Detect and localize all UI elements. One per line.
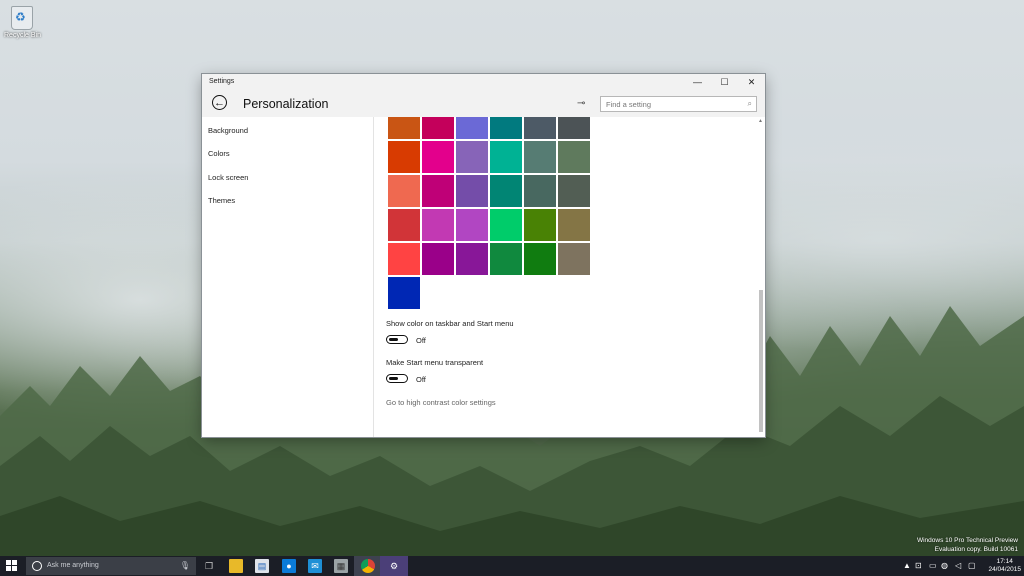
clock-date: 24/04/2015	[988, 566, 1021, 573]
close-icon: ✕	[747, 77, 756, 87]
taskbar-color-toggle[interactable]	[386, 335, 408, 344]
page-title: Personalization	[243, 97, 329, 111]
task-view-icon[interactable]: ❐	[202, 559, 216, 573]
recycle-bin-icon	[11, 6, 33, 30]
power-icon[interactable]: ▭	[929, 561, 937, 570]
colors-panel: Show color on taskbar and Start menu Off…	[374, 117, 765, 437]
color-swatch[interactable]	[456, 141, 488, 173]
cortana-placeholder: Ask me anything	[47, 562, 99, 569]
color-swatch[interactable]	[456, 175, 488, 207]
color-swatch[interactable]	[558, 141, 590, 173]
color-swatch[interactable]	[422, 175, 454, 207]
mail-icon[interactable]: ✉	[308, 559, 322, 573]
color-swatch[interactable]	[388, 277, 420, 309]
search-box[interactable]: Find a setting ⌕	[600, 96, 757, 112]
sidebar-item-colors[interactable]: Colors	[208, 149, 230, 158]
color-swatch[interactable]	[490, 175, 522, 207]
page-header: ← Personalization ⊸ Find a setting ⌕	[202, 91, 765, 117]
transparent-start-label: Make Start menu transparent	[386, 358, 484, 367]
minimize-button[interactable]: —	[684, 74, 711, 91]
sidebar-nav: Background Colors Lock screen Themes	[202, 117, 374, 437]
taskbar: Ask me anything 🎙 ❐ ▤ ● ✉ ▦ ⚙ ▲ ⊡ ▭ ◍ ◁ …	[0, 556, 1024, 576]
color-swatch[interactable]	[490, 209, 522, 241]
color-swatch[interactable]	[490, 243, 522, 275]
color-swatch[interactable]	[422, 141, 454, 173]
color-swatch[interactable]	[388, 141, 420, 173]
network-icon[interactable]: ⊡	[915, 561, 922, 570]
color-swatch[interactable]	[456, 117, 488, 139]
cortana-search-box[interactable]: Ask me anything 🎙	[26, 557, 196, 575]
start-button[interactable]	[6, 560, 18, 572]
pin-icon[interactable]: ⊸	[577, 98, 585, 109]
color-swatch[interactable]	[558, 209, 590, 241]
taskbar-color-label: Show color on taskbar and Start menu	[386, 319, 514, 328]
color-swatch[interactable]	[558, 243, 590, 275]
color-swatch[interactable]	[558, 175, 590, 207]
color-swatch[interactable]	[388, 117, 420, 139]
search-icon[interactable]: ⌕	[748, 99, 752, 109]
color-swatch[interactable]	[524, 175, 556, 207]
back-button[interactable]: ←	[212, 95, 227, 110]
maximize-button[interactable]: ☐	[711, 74, 738, 91]
scrollbar[interactable]: ▲	[758, 117, 763, 437]
color-swatch[interactable]	[524, 243, 556, 275]
scrollbar-thumb[interactable]	[759, 290, 763, 432]
color-swatch[interactable]	[456, 243, 488, 275]
cortana-icon	[32, 561, 42, 571]
system-clock[interactable]: 17:14 24/04/2015	[988, 558, 1021, 574]
chrome-icon[interactable]	[361, 559, 375, 573]
color-swatch[interactable]	[422, 243, 454, 275]
color-swatch[interactable]	[388, 175, 420, 207]
action-center-icon[interactable]: ▢	[968, 561, 976, 570]
settings-window: Settings — ☐ ✕ ← Personalization ⊸ Find …	[202, 74, 765, 437]
recycle-bin-shortcut[interactable]: Recycle Bin	[4, 6, 41, 39]
show-hidden-icons-icon[interactable]: ▲	[903, 561, 911, 570]
window-title: Settings	[209, 78, 235, 85]
store-icon[interactable]: ▤	[255, 559, 269, 573]
transparent-start-state: Off	[416, 375, 426, 384]
sidebar-item-background[interactable]: Background	[208, 126, 248, 135]
color-swatch[interactable]	[422, 209, 454, 241]
build-watermark: Windows 10 Pro Technical Preview Evaluat…	[917, 536, 1018, 554]
maximize-icon: ☐	[720, 77, 729, 87]
microphone-icon[interactable]: 🎙	[180, 561, 190, 570]
photos-icon[interactable]: ▦	[334, 559, 348, 573]
color-swatch[interactable]	[456, 209, 488, 241]
color-swatch[interactable]	[558, 117, 590, 139]
transparent-start-toggle[interactable]	[386, 374, 408, 383]
close-button[interactable]: ✕	[738, 74, 765, 91]
recycle-bin-label: Recycle Bin	[4, 32, 41, 39]
sidebar-item-lock-screen[interactable]: Lock screen	[208, 173, 248, 182]
color-swatch[interactable]	[524, 209, 556, 241]
color-swatch[interactable]	[388, 243, 420, 275]
scroll-up-arrow-icon[interactable]: ▲	[758, 118, 763, 124]
title-bar[interactable]: Settings — ☐ ✕	[202, 74, 765, 91]
back-arrow-icon: ←	[214, 97, 225, 109]
file-explorer-icon[interactable]	[229, 559, 243, 573]
color-swatch[interactable]	[524, 141, 556, 173]
color-swatch[interactable]	[490, 141, 522, 173]
chrome-tray-icon[interactable]: ◍	[941, 561, 948, 570]
settings-icon[interactable]: ⚙	[387, 559, 401, 573]
watermark-line-2: Evaluation copy. Build 10061	[934, 546, 1018, 553]
color-swatch[interactable]	[524, 117, 556, 139]
taskbar-color-state: Off	[416, 336, 426, 345]
sidebar-item-themes[interactable]: Themes	[208, 196, 235, 205]
color-swatch[interactable]	[388, 209, 420, 241]
volume-icon[interactable]: ◁	[955, 561, 961, 570]
outlook-icon[interactable]: ●	[282, 559, 296, 573]
clock-time: 17:14	[996, 558, 1013, 565]
high-contrast-link[interactable]: Go to high contrast color settings	[386, 398, 496, 407]
watermark-line-1: Windows 10 Pro Technical Preview	[916, 537, 1018, 544]
search-placeholder: Find a setting	[606, 100, 652, 109]
color-swatch[interactable]	[422, 117, 454, 139]
color-swatch[interactable]	[490, 117, 522, 139]
minimize-icon: —	[693, 77, 702, 87]
